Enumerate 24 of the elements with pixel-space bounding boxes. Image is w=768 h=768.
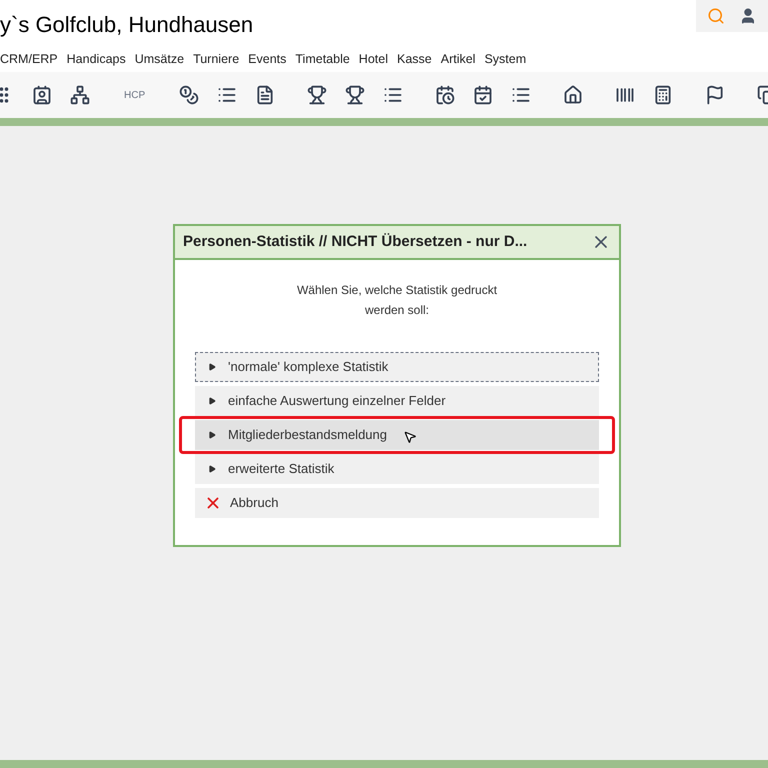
menu-item[interactable]: Umsätze — [134, 50, 184, 68]
window-title: y`s Golfclub, Hundhausen — [0, 11, 254, 39]
menu-item[interactable]: CRM/ERP — [0, 50, 58, 68]
hcp-button[interactable]: HCP — [116, 79, 154, 111]
menu-item[interactable]: System — [484, 50, 526, 68]
caret-icon — [208, 397, 216, 405]
menu-item[interactable]: Artikel — [440, 50, 476, 68]
option-button[interactable]: Mitgliederbestandsmeldung — [195, 420, 599, 450]
menu-item[interactable]: Handicaps — [66, 50, 126, 68]
menu-item[interactable]: Kasse — [396, 50, 432, 68]
menu-item[interactable]: Events — [248, 50, 286, 68]
mouse-pointer-icon — [403, 430, 417, 444]
caret-icon — [208, 431, 216, 439]
dialog-title: Personen-Statistik // NICHT Übersetzen - nur D... — [183, 232, 528, 252]
menu-item[interactable]: Timetable — [295, 50, 350, 68]
option-button[interactable]: einfache Auswertung einzelner Felder — [195, 386, 599, 416]
menu-item[interactable]: Hotel — [358, 50, 388, 68]
dialog-prompt: Wählen Sie, welche Statistik gedruckt werden soll: — [296, 282, 498, 319]
cancel-button[interactable]: Abbruch — [195, 488, 599, 518]
option-button[interactable]: 'normale' komplexe Statistik — [195, 352, 599, 382]
caret-icon — [208, 465, 216, 473]
option-button[interactable]: erweiterte Statistik — [195, 454, 599, 484]
caret-icon — [208, 363, 216, 371]
menu-item[interactable]: Turniere — [193, 50, 240, 68]
